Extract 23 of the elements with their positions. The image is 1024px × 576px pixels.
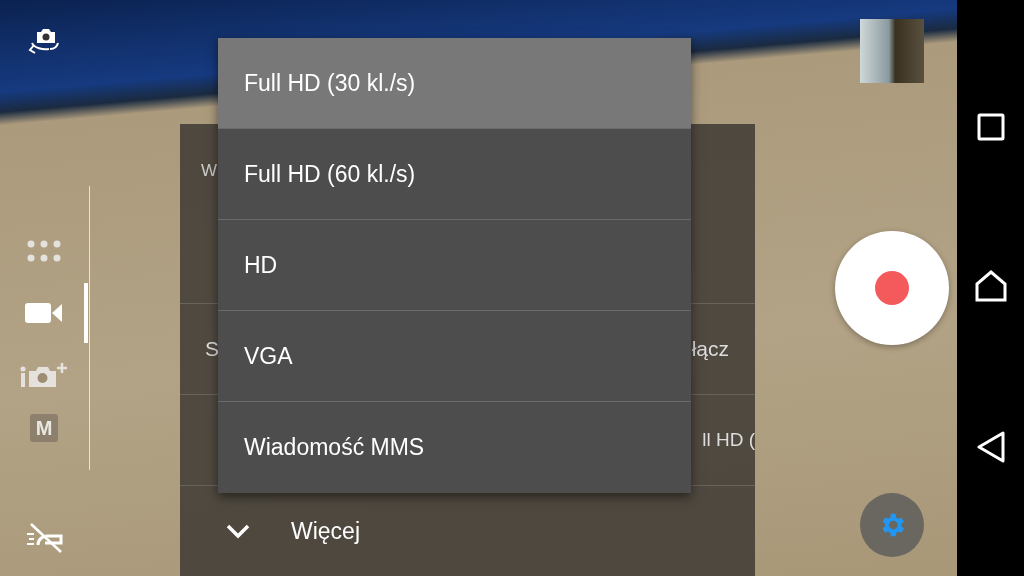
menu-option[interactable]: VGA <box>218 311 691 402</box>
menu-option[interactable]: HD <box>218 220 691 311</box>
back-button[interactable] <box>975 431 1006 463</box>
gallery-thumbnail[interactable] <box>860 19 924 83</box>
video-camera-icon <box>25 302 63 324</box>
menu-option[interactable]: Full HD (60 kl./s) <box>218 129 691 220</box>
menu-option[interactable]: Full HD (30 kl./s) <box>218 38 691 129</box>
setting-value: ll HD ( <box>702 427 755 452</box>
home-icon <box>974 270 1007 302</box>
crossed-out-icon <box>25 522 65 554</box>
record-dot-icon <box>875 271 909 305</box>
back-icon <box>975 431 1006 463</box>
apps-grid-icon <box>27 240 61 262</box>
square-icon <box>976 113 1005 141</box>
setting-label: S <box>205 336 219 363</box>
panel-title: W <box>200 160 218 182</box>
menu-option[interactable]: Wiadomość MMS <box>218 402 691 493</box>
home-button[interactable] <box>974 270 1007 302</box>
camera-plus-icon <box>18 361 70 389</box>
recents-button[interactable] <box>976 113 1005 141</box>
setting-value: łącz <box>691 336 729 363</box>
chevron-down-icon <box>225 523 251 539</box>
crossed-out-button[interactable] <box>25 522 65 554</box>
